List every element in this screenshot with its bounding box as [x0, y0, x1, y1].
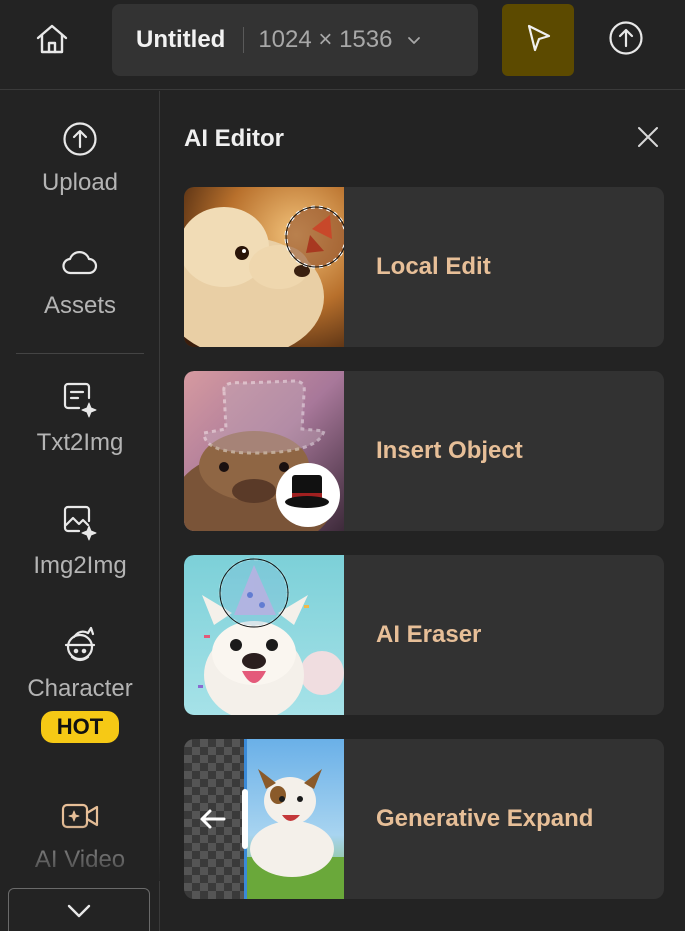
sidebar-item-character[interactable]: Character HOT — [0, 625, 160, 743]
ai-editor-panel: AI Editor Local Edit Insert Object AI Er… — [162, 91, 685, 931]
hot-badge: HOT — [40, 711, 120, 743]
select-tool-button[interactable] — [502, 4, 574, 76]
left-sidebar: Upload Assets Txt2Img Img2Img Character … — [0, 91, 160, 931]
image-to-image-icon — [60, 502, 100, 542]
sidebar-item-img2img[interactable]: Img2Img — [0, 502, 160, 580]
sidebar-item-label: Upload — [41, 169, 119, 196]
running-terrier-thumbnail — [184, 739, 344, 899]
document-dimensions: 1024 × 1536 — [258, 26, 393, 53]
tool-card-insert-object[interactable]: Insert Object — [184, 371, 664, 531]
sidebar-item-label: Character — [27, 675, 133, 702]
cloud-icon — [60, 242, 100, 282]
tool-label: AI Eraser — [376, 621, 482, 648]
text-to-image-icon — [60, 379, 100, 419]
home-button[interactable] — [26, 18, 78, 64]
sidebar-item-ai-video[interactable]: AI Video — [0, 796, 160, 874]
sidebar-item-label: Assets — [43, 292, 117, 319]
sidebar-item-upload[interactable]: Upload — [0, 119, 160, 197]
tool-card-generative-expand[interactable]: Generative Expand — [184, 739, 664, 899]
tool-label: Insert Object — [376, 437, 523, 464]
home-icon — [34, 21, 70, 62]
upload-circle-icon — [608, 20, 644, 61]
chevron-down-icon — [406, 32, 422, 48]
export-button[interactable] — [598, 12, 654, 68]
top-bar: Untitled 1024 × 1536 — [0, 0, 685, 90]
sidebar-item-label: Txt2Img — [36, 429, 124, 456]
upload-icon — [60, 119, 100, 159]
chevron-down-icon — [65, 902, 93, 925]
divider — [243, 27, 245, 53]
tool-label: Generative Expand — [376, 805, 594, 832]
capybara-with-top-hat-thumbnail — [184, 371, 344, 531]
character-icon — [60, 625, 100, 665]
collapse-sidebar-button[interactable] — [8, 888, 150, 931]
tool-label: Local Edit — [376, 253, 491, 280]
sidebar-divider — [16, 353, 144, 354]
document-selector[interactable]: Untitled 1024 × 1536 — [112, 4, 478, 76]
cursor-arrow-icon — [521, 21, 555, 60]
sidebar-item-label: Img2Img — [33, 552, 127, 579]
bulldog-with-party-hat-thumbnail — [184, 555, 344, 715]
sidebar-item-label: AI Video — [34, 846, 126, 873]
dog-with-butterfly-thumbnail — [184, 187, 344, 347]
tool-card-local-edit[interactable]: Local Edit — [184, 187, 664, 347]
close-icon — [636, 125, 660, 154]
video-camera-icon — [60, 796, 100, 836]
close-button[interactable] — [634, 125, 662, 153]
sidebar-item-txt2img[interactable]: Txt2Img — [0, 379, 160, 457]
sidebar-item-assets[interactable]: Assets — [0, 242, 160, 320]
document-title: Untitled — [136, 26, 226, 53]
tool-card-ai-eraser[interactable]: AI Eraser — [184, 555, 664, 715]
panel-title: AI Editor — [184, 125, 284, 152]
